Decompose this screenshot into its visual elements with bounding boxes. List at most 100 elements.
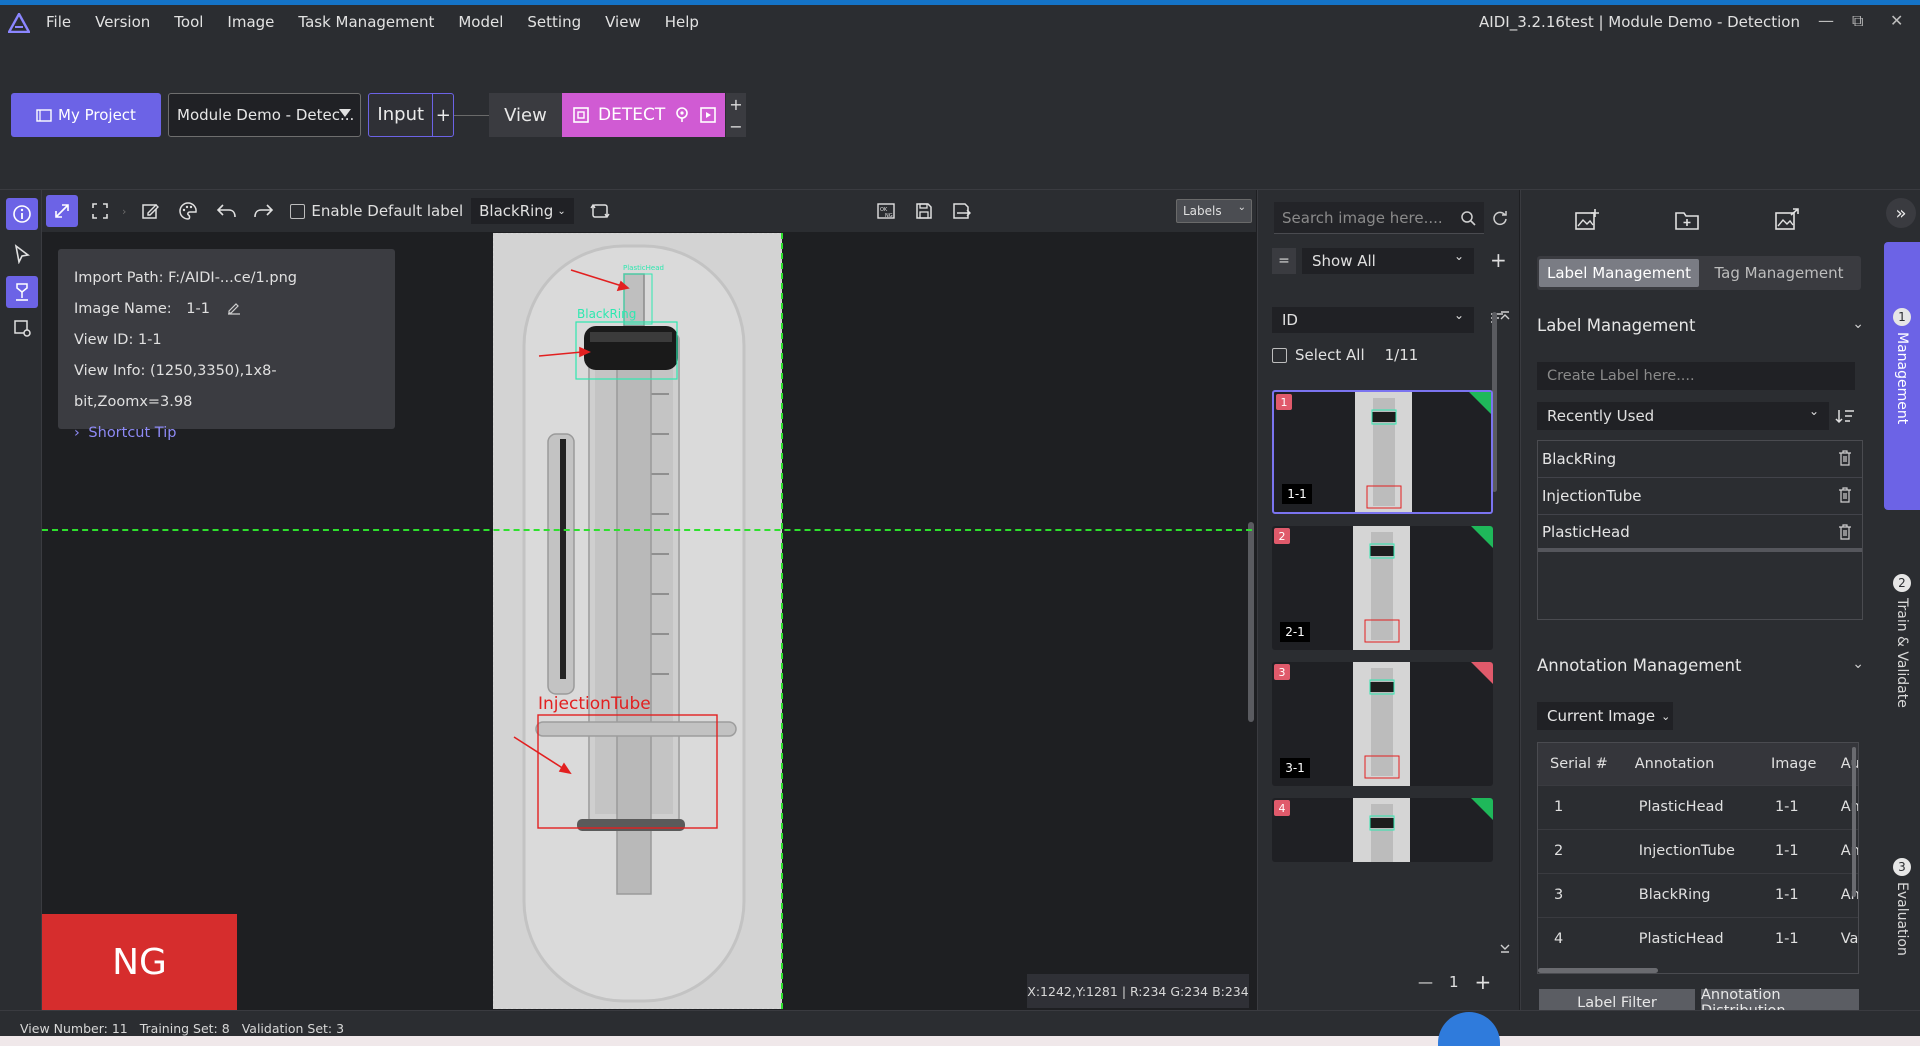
image-thumbnail[interactable]: 4 [1272, 798, 1493, 862]
annotation-scope-select[interactable]: Current Image ⌄ [1537, 702, 1673, 730]
image-sort-select[interactable]: ID ⌄ [1272, 307, 1474, 333]
rename-pencil-icon[interactable] [227, 301, 241, 315]
page-increase-button[interactable]: + [1475, 970, 1492, 994]
menu-model[interactable]: Model [446, 5, 515, 40]
menu-help[interactable]: Help [653, 5, 711, 40]
list-item[interactable]: PlasticHead [1538, 515, 1862, 552]
fullscreen-icon [92, 203, 108, 219]
info-tool-button[interactable] [6, 198, 38, 230]
menu-task-management[interactable]: Task Management [286, 5, 446, 40]
location-pin-icon[interactable] [673, 106, 691, 124]
scroll-top-icon[interactable] [1499, 310, 1511, 324]
close-button[interactable]: ✕ [1890, 11, 1903, 30]
redo-button[interactable] [248, 195, 280, 227]
project-select[interactable]: Module Demo - Detec... [168, 93, 361, 137]
minimize-button[interactable]: — [1818, 11, 1834, 30]
table-row[interactable]: 2 InjectionTube 1-1 Annotat [1538, 828, 1858, 873]
enable-default-label-toggle[interactable]: Enable Default label [290, 202, 463, 220]
step-number: 2 [1893, 574, 1911, 592]
tab-label-management[interactable]: Label Management [1539, 259, 1699, 287]
page-decrease-button[interactable]: — [1418, 973, 1433, 991]
label-sort-select[interactable]: Recently Used ⌄ [1537, 402, 1829, 430]
trash-icon[interactable] [1838, 524, 1852, 540]
left-tool-rail [0, 190, 42, 1010]
save-all-button[interactable] [946, 195, 978, 227]
chevron-down-icon[interactable]: ⌄ [1852, 656, 1864, 672]
column-header[interactable]: Image [1758, 743, 1829, 785]
table-row[interactable]: 3 BlackRing 1-1 Annotat [1538, 872, 1858, 917]
image-thumbnail[interactable]: 1 1-1 [1272, 390, 1493, 514]
my-project-button[interactable]: My Project [11, 93, 161, 137]
maximize-button[interactable]: ⧉ [1852, 11, 1863, 31]
select-all-checkbox[interactable] [1272, 347, 1287, 363]
label-list: BlackRing InjectionTube PlasticHead [1537, 440, 1863, 620]
input-node[interactable]: Input + [368, 93, 454, 137]
filter-operator[interactable]: = [1272, 248, 1296, 274]
enable-default-label-checkbox[interactable] [290, 203, 306, 219]
step-tab-management[interactable]: 1 Management [1884, 242, 1920, 510]
annotation-table-hscroll[interactable] [1538, 968, 1658, 973]
labels-display-select[interactable]: Labels ⌄ [1176, 199, 1252, 223]
column-header[interactable]: Serial # [1538, 743, 1623, 785]
add-node-button[interactable]: + [729, 95, 742, 114]
image-search-input[interactable]: Search image here.... [1274, 202, 1484, 234]
cursor-icon [14, 244, 30, 264]
scroll-bottom-icon[interactable] [1499, 940, 1511, 954]
export-image-button[interactable] [1771, 204, 1803, 236]
menu-tool[interactable]: Tool [162, 5, 215, 40]
annotation-table-vscroll[interactable] [1852, 747, 1856, 897]
select-all-toggle[interactable]: Select All 1/11 [1272, 346, 1418, 364]
fit-view-button[interactable] [46, 195, 78, 227]
select-all-label: Select All [1295, 346, 1365, 364]
menu-view[interactable]: View [593, 5, 653, 40]
list-item[interactable]: InjectionTube [1538, 478, 1862, 515]
collapse-panel-button[interactable]: » [1886, 198, 1916, 228]
table-row[interactable]: 1 PlasticHead 1-1 Annotat [1538, 784, 1858, 829]
step-tab-evaluation[interactable]: 3 Evaluation [1884, 858, 1920, 956]
fullscreen-button[interactable] [84, 195, 116, 227]
import-folder-button[interactable] [1671, 204, 1703, 236]
ok-ng-button[interactable]: OK NG [870, 195, 902, 227]
refresh-icon[interactable] [1492, 210, 1508, 226]
chevron-down-icon[interactable]: ⌄ [1852, 316, 1864, 332]
menu-bar: File Version Tool Image Task Management … [0, 0, 1920, 40]
label-order-icon[interactable] [1835, 408, 1855, 424]
trash-icon[interactable] [1838, 450, 1852, 466]
canvas-scrollbar[interactable] [1248, 522, 1254, 722]
create-label-input[interactable]: Create Label here.... [1537, 362, 1855, 390]
column-header[interactable]: Annotation [1622, 743, 1759, 785]
menu-file[interactable]: File [34, 5, 83, 40]
remove-node-button[interactable]: − [729, 117, 742, 136]
menu-image[interactable]: Image [215, 5, 286, 40]
annotate-tool-button[interactable] [6, 276, 38, 308]
palette-button[interactable] [172, 195, 204, 227]
shortcut-tip-link[interactable]: › Shortcut Tip [74, 418, 379, 449]
detect-node[interactable]: DETECT [562, 93, 725, 137]
save-button[interactable] [908, 195, 940, 227]
add-filter-button[interactable]: + [1490, 248, 1507, 272]
import-image-button[interactable] [1571, 204, 1603, 236]
workflow-bar: My Project Module Demo - Detec... Input … [0, 40, 1920, 190]
play-panel-icon[interactable] [699, 106, 717, 124]
menu-version[interactable]: Version [83, 5, 162, 40]
syringe-image[interactable]: PlasticHead BlackRing InjectionTube [493, 233, 782, 1009]
view-node[interactable]: View [489, 93, 562, 137]
menu-setting[interactable]: Setting [515, 5, 593, 40]
step-tab-train-validate[interactable]: 2 Train & Validate [1884, 574, 1920, 708]
select-tool-button[interactable] [6, 238, 38, 270]
tab-tag-management[interactable]: Tag Management [1699, 259, 1859, 287]
image-thumbnail[interactable]: 3 3-1 [1272, 662, 1493, 786]
image-canvas[interactable]: Import Path: F:/AIDI-...ce/1.png Image N… [42, 232, 1256, 1010]
image-thumbnail[interactable]: 2 2-1 [1272, 526, 1493, 650]
input-add-button[interactable]: + [433, 105, 453, 126]
search-icon[interactable] [1460, 210, 1476, 226]
region-tool-button[interactable] [6, 312, 38, 344]
default-label-select[interactable]: BlackRing ⌄ [471, 198, 574, 224]
list-item[interactable]: BlackRing [1538, 441, 1862, 478]
swap-button[interactable] [584, 195, 616, 227]
undo-button[interactable] [210, 195, 242, 227]
image-filter-select[interactable]: Show All ⌄ [1302, 248, 1474, 274]
table-row[interactable]: 4 PlasticHead 1-1 Validatic [1538, 916, 1858, 961]
trash-icon[interactable] [1838, 487, 1852, 503]
edit-button[interactable] [134, 195, 166, 227]
